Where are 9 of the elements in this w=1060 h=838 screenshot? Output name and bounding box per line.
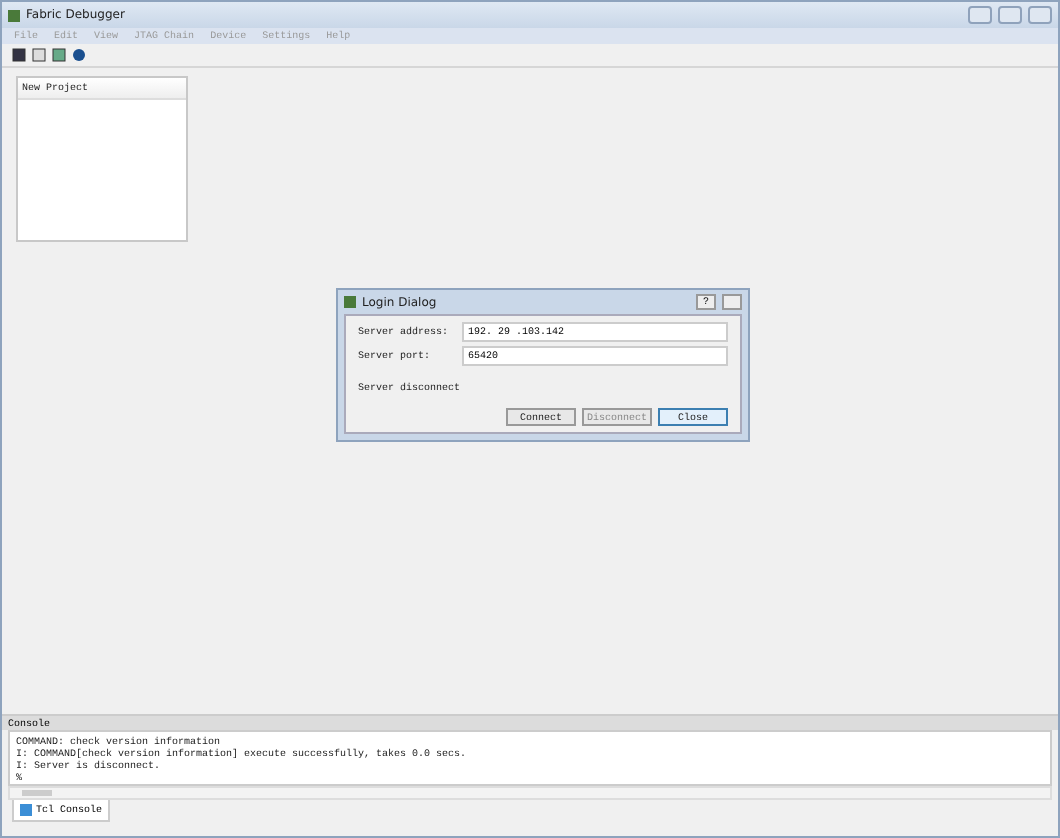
app-icon [8, 9, 20, 21]
close-button[interactable] [722, 294, 742, 310]
close-button[interactable] [1028, 6, 1052, 24]
settings-icon[interactable] [72, 48, 86, 62]
app-icon [344, 296, 356, 308]
maximize-button[interactable] [998, 6, 1022, 24]
console-icon [20, 804, 32, 816]
horizontal-scrollbar[interactable] [8, 786, 1052, 800]
minimize-button[interactable] [968, 6, 992, 24]
